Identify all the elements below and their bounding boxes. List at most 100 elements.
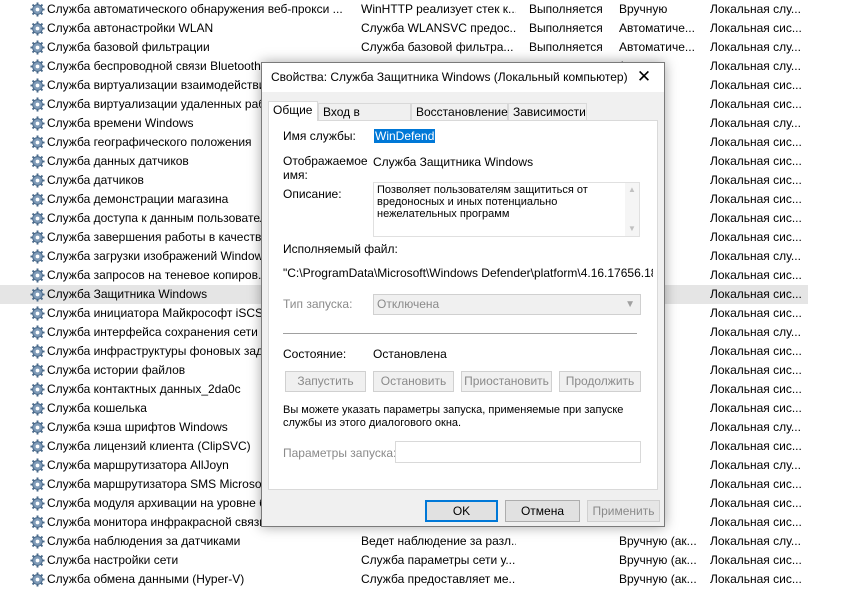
tab-dependencies[interactable]: Зависимости xyxy=(508,103,587,120)
pause-button[interactable]: Приостановить xyxy=(461,371,552,392)
display-name-value[interactable]: Служба Защитника Windows xyxy=(373,155,533,169)
service-logon-cell: Локальная сис... xyxy=(710,439,802,453)
startup-type-label: Тип запуска: xyxy=(283,297,353,311)
service-gear-icon xyxy=(30,515,45,530)
service-gear-icon xyxy=(30,496,45,511)
ok-button[interactable]: OK xyxy=(425,500,498,522)
status-value: Остановлена xyxy=(373,347,447,361)
tab-general[interactable]: Общие xyxy=(268,101,318,121)
service-logon-cell: Локальная сис... xyxy=(710,477,802,491)
description-box[interactable]: Позволяет пользователям защититься от вр… xyxy=(373,182,640,237)
service-logon-cell: Локальная слу... xyxy=(710,116,801,130)
chevron-down-icon: ▼ xyxy=(625,299,635,310)
service-name-cell: Служба автонастройки WLAN xyxy=(47,21,214,35)
service-gear-icon xyxy=(30,211,45,226)
service-row[interactable]: Служба настройки сети Служба параметры се… xyxy=(0,551,841,570)
tab-recovery[interactable]: Восстановление xyxy=(411,103,508,120)
service-gear-icon xyxy=(30,97,45,112)
service-gear-icon xyxy=(30,306,45,321)
service-gear-icon xyxy=(30,268,45,283)
service-gear-icon xyxy=(30,344,45,359)
service-row[interactable]: Служба обмена данными (Hyper-V) Служба пр… xyxy=(0,570,841,589)
executable-path[interactable]: "C:\ProgramData\Microsoft\Windows Defend… xyxy=(283,266,653,280)
status-label: Состояние: xyxy=(283,347,347,361)
service-gear-icon xyxy=(30,2,45,17)
service-description-cell: Служба предоставляет ме... xyxy=(361,572,516,586)
service-logon-cell: Локальная слу... xyxy=(710,40,801,54)
scroll-up-icon[interactable]: ▲ xyxy=(628,184,636,196)
service-gear-icon xyxy=(30,458,45,473)
executable-label: Исполняемый файл: xyxy=(283,242,398,256)
service-logon-cell: Локальная сис... xyxy=(710,230,802,244)
service-gear-icon xyxy=(30,401,45,416)
service-name-cell: Служба автоматического обнаружения веб-п… xyxy=(47,2,343,16)
service-state-cell: Выполняется xyxy=(529,40,603,54)
service-description-cell: Служба параметры сети у... xyxy=(361,553,516,567)
service-description-cell: WinHTTP реализует стек к... xyxy=(361,2,516,16)
start-button[interactable]: Запустить xyxy=(285,371,366,392)
tab-logon[interactable]: Вход в систему xyxy=(318,103,411,136)
service-row[interactable]: Служба автонастройки WLAN Служба WLANSVC … xyxy=(0,19,841,38)
params-label: Параметры запуска: xyxy=(283,446,397,460)
service-logon-cell: Локальная сис... xyxy=(710,154,802,168)
service-description-cell: Служба WLANSVC предос... xyxy=(361,21,516,35)
service-description-cell: Служба базовой фильтра... xyxy=(361,40,514,54)
service-gear-icon xyxy=(30,534,45,549)
service-gear-icon xyxy=(30,477,45,492)
general-tab-panel: Имя службы: WinDefend Отображаемое имя: … xyxy=(268,120,658,490)
apply-button[interactable]: Применить xyxy=(587,500,660,522)
service-logon-cell: Локальная сис... xyxy=(710,78,802,92)
service-logon-cell: Локальная сис... xyxy=(710,553,802,567)
description-text: Позволяет пользователям защититься от вр… xyxy=(377,184,588,220)
service-gear-icon xyxy=(30,249,45,264)
service-logon-cell: Локальная слу... xyxy=(710,59,801,73)
service-logon-cell: Локальная сис... xyxy=(710,173,802,187)
service-properties-dialog: Свойства: Служба Защитника Windows (Лока… xyxy=(261,62,665,527)
service-logon-cell: Локальная сис... xyxy=(710,382,802,396)
dialog-title-bar[interactable]: Свойства: Служба Защитника Windows (Лока… xyxy=(262,63,664,92)
service-gear-icon xyxy=(30,572,45,587)
service-row[interactable]: Служба базовой фильтрации Служба базовой … xyxy=(0,38,841,57)
stop-button[interactable]: Остановить xyxy=(373,371,454,392)
params-input[interactable] xyxy=(395,441,641,463)
service-logon-cell: Локальная сис... xyxy=(710,515,802,529)
service-logon-cell: Локальная слу... xyxy=(710,420,801,434)
startup-type-value: Отключена xyxy=(377,297,440,311)
divider xyxy=(283,333,637,334)
scroll-down-icon[interactable]: ▼ xyxy=(628,223,636,235)
cancel-button[interactable]: Отмена xyxy=(505,500,580,522)
description-scrollbar[interactable]: ▲ ▼ xyxy=(625,183,639,236)
service-gear-icon xyxy=(30,59,45,74)
service-startup-cell: Автоматиче... xyxy=(619,21,695,35)
service-gear-icon xyxy=(30,420,45,435)
service-row[interactable]: Служба автоматического обнаружения веб-п… xyxy=(0,0,841,19)
service-gear-icon xyxy=(30,382,45,397)
service-description-cell: Ведет наблюдение за разл... xyxy=(361,534,516,548)
service-state-cell: Выполняется xyxy=(529,21,603,35)
service-logon-cell: Локальная сис... xyxy=(710,211,802,225)
service-logon-cell: Локальная слу... xyxy=(710,325,801,339)
service-logon-cell: Локальная сис... xyxy=(710,192,802,206)
service-startup-cell: Вручную xyxy=(619,2,668,16)
service-startup-cell: Автоматиче... xyxy=(619,40,695,54)
service-logon-cell: Локальная сис... xyxy=(710,344,802,358)
service-name-label: Имя службы: xyxy=(283,129,356,143)
service-gear-icon xyxy=(30,553,45,568)
service-gear-icon xyxy=(30,116,45,131)
service-logon-cell: Локальная слу... xyxy=(710,534,801,548)
service-logon-cell: Локальная сис... xyxy=(710,401,802,415)
service-gear-icon xyxy=(30,439,45,454)
service-name-cell: Служба обмена данными (Hyper-V) xyxy=(47,572,245,586)
service-gear-icon xyxy=(30,40,45,55)
service-row[interactable]: Служба наблюдения за датчиками Ведет набл… xyxy=(0,532,841,551)
service-name-value[interactable]: WinDefend xyxy=(374,129,436,143)
startup-type-select[interactable]: Отключена ▼ xyxy=(373,294,641,315)
resume-button[interactable]: Продолжить xyxy=(559,371,641,392)
service-name-cell: Служба настройки сети xyxy=(47,553,179,567)
close-button[interactable]: ✕ xyxy=(624,63,664,92)
service-logon-cell: Локальная сис... xyxy=(710,496,802,510)
service-name-cell: Служба базовой фильтрации xyxy=(47,40,210,54)
service-gear-icon xyxy=(30,173,45,188)
service-logon-cell: Локальная сис... xyxy=(710,306,802,320)
service-logon-cell: Локальная сис... xyxy=(710,287,802,301)
